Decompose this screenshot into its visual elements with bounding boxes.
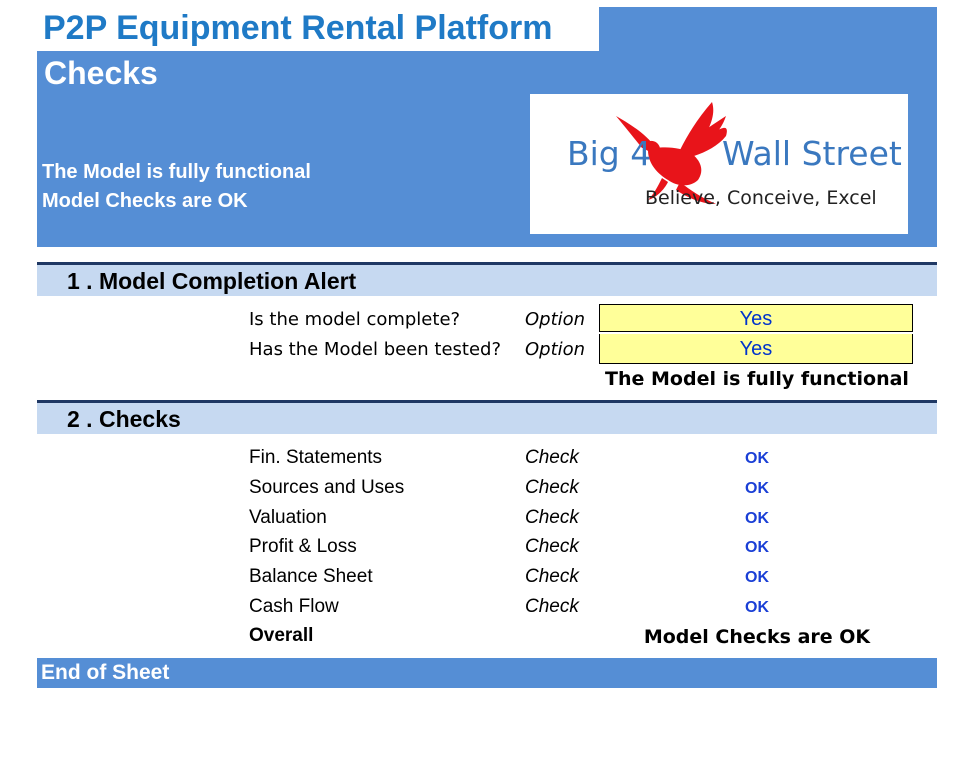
section-header-checks: 2 . Checks	[37, 400, 937, 434]
question-label: Has the Model been tested?	[249, 339, 502, 360]
check-label: Fin. Statements	[249, 447, 383, 468]
row-type-label: Check	[525, 447, 579, 468]
row-type-label: Check	[525, 536, 579, 557]
model-tested-input[interactable]: Yes	[599, 334, 913, 364]
check-status: OK	[745, 510, 769, 527]
section-header-completion: 1 . Model Completion Alert	[37, 262, 937, 296]
section-title: 2 . Checks	[67, 406, 181, 432]
logo-text-big4: Big 4	[567, 134, 652, 173]
row-type-label: Check	[525, 477, 579, 498]
model-complete-input[interactable]: Yes	[599, 304, 913, 332]
row-type-label: Check	[525, 507, 579, 528]
functional-status: The Model is fully functional	[42, 161, 311, 183]
end-of-sheet-bar: End of Sheet	[37, 658, 937, 688]
overall-result: Model Checks are OK	[643, 626, 871, 648]
logo-tagline: Believe, Conceive, Excel	[645, 187, 877, 209]
row-type-label: Check	[525, 596, 579, 617]
check-status: OK	[745, 569, 769, 586]
checks-status: Model Checks are OK	[42, 190, 248, 212]
check-label: Sources and Uses	[249, 477, 405, 498]
row-type-label: Check	[525, 566, 579, 587]
check-label: Profit & Loss	[249, 536, 357, 557]
sheet-subtitle: Checks	[44, 55, 158, 91]
header-banner: P2P Equipment Rental Platform Checks The…	[37, 7, 937, 247]
row-type-label: Option	[525, 309, 586, 330]
overall-label: Overall	[249, 625, 314, 646]
check-status: OK	[745, 450, 769, 467]
section-title: 1 . Model Completion Alert	[67, 268, 357, 294]
page-title: P2P Equipment Rental Platform	[43, 9, 553, 47]
check-label: Balance Sheet	[249, 566, 373, 587]
check-status: OK	[745, 539, 769, 556]
completion-result: The Model is fully functional	[605, 368, 909, 390]
row-type-label: Option	[525, 339, 586, 360]
title-box: P2P Equipment Rental Platform	[37, 7, 599, 51]
company-logo: Big 4 Wall Street Believe, Conceive, Exc…	[530, 94, 908, 234]
logo-text-wall-street: Wall Street	[722, 134, 902, 173]
check-label: Cash Flow	[249, 596, 339, 617]
check-status: OK	[745, 599, 769, 616]
check-label: Valuation	[249, 507, 327, 528]
check-status: OK	[745, 480, 769, 497]
question-label: Is the model complete?	[249, 309, 461, 330]
end-of-sheet-label: End of Sheet	[41, 661, 170, 684]
